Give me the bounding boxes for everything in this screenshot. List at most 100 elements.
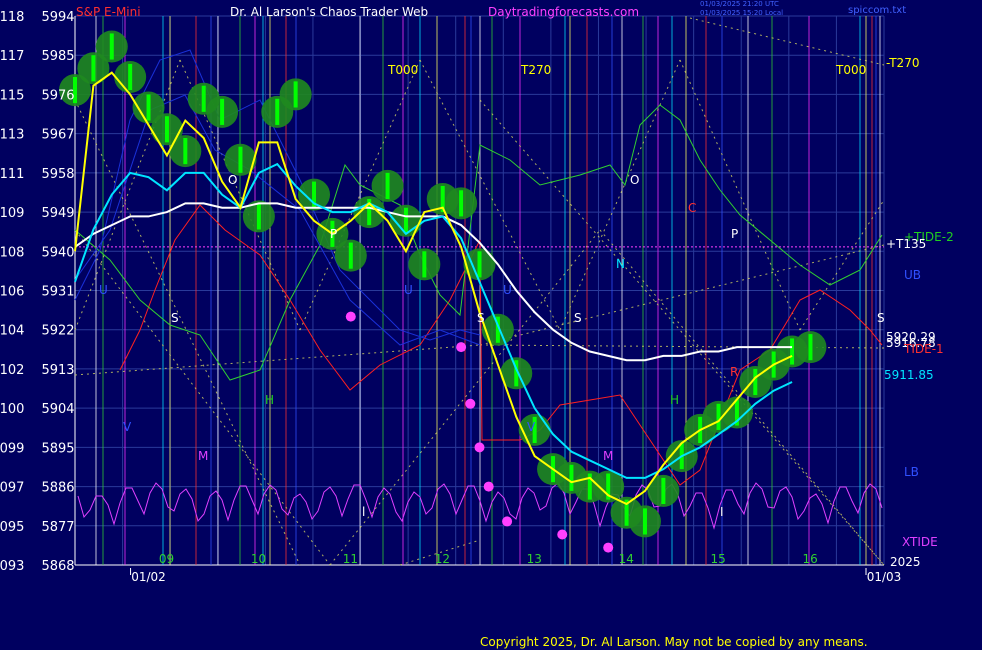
- marker-m-1: M: [198, 449, 209, 463]
- y-tick-secondary-label: 106: [0, 285, 24, 300]
- pivot-dot: [483, 481, 494, 492]
- label-t000-1: T000: [388, 63, 419, 77]
- pivot-dot: [603, 542, 614, 553]
- dotted-line: [74, 344, 481, 376]
- y-tick-secondary-label: 111: [0, 167, 24, 182]
- marker-o-2: O: [630, 173, 640, 187]
- dotted-line: [799, 199, 885, 331]
- marker-s-4: S: [877, 311, 885, 325]
- pivot-dot: [474, 442, 485, 453]
- pivot-dot: [345, 311, 356, 322]
- marker-u-1: U: [99, 283, 108, 297]
- y-tick-secondary-label: 099: [0, 441, 24, 456]
- label-tide-1: TIDE-1: [904, 342, 944, 356]
- x-tick-label: 14: [619, 552, 634, 566]
- marker-u-3: U: [503, 283, 512, 297]
- y-tick-secondary-label: 095: [0, 520, 24, 535]
- marker-p-1: P: [330, 227, 338, 241]
- marker-n: N: [616, 257, 625, 271]
- y-tick-secondary-label: 104: [0, 324, 24, 339]
- dotted-line: [679, 59, 801, 331]
- price-highlight: [59, 30, 827, 538]
- label-lb: LB: [904, 465, 919, 479]
- dotted-line: [559, 59, 681, 331]
- price-bars: [73, 33, 813, 535]
- pivot-dot: [465, 398, 476, 409]
- y-tick-label: 5949: [41, 206, 74, 221]
- marker-s-1: S: [171, 311, 179, 325]
- y-tick-label: 5967: [41, 128, 74, 143]
- timestamp-local: 01/03/2025 15:20 Local: [700, 9, 784, 17]
- label-t135: +T135: [886, 237, 927, 251]
- y-tick-label: 5895: [41, 441, 74, 456]
- y-tick-label: 5985: [41, 49, 74, 64]
- date-label: 01/03: [867, 570, 902, 584]
- chart-window: 5994 118 5985 117 5976 115 5967 113 5958 111 5949 1…: [0, 0, 982, 650]
- x-tick-label: 13: [527, 552, 542, 566]
- y-tick-label: 5940: [41, 245, 74, 260]
- marker-v-2: V: [527, 420, 536, 434]
- year-label: 2025: [890, 555, 921, 569]
- label-minus-t270: -T270: [886, 56, 920, 70]
- y-tick-secondary-label: 102: [0, 363, 24, 378]
- pivot-dot: [456, 342, 467, 353]
- y-tick-label: 5877: [41, 520, 74, 535]
- marker-h-2: H: [670, 393, 680, 407]
- y-tick-label: 5958: [41, 167, 74, 182]
- marker-l: l: [362, 505, 366, 519]
- y-axis-ticks: 5994 118 5985 117 5976 115 5967 113 5958 111 5949 1…: [0, 10, 75, 574]
- x-tick-label: 09: [159, 552, 174, 566]
- y-tick-secondary-label: 117: [0, 49, 24, 64]
- marker-r: R: [730, 365, 739, 379]
- y-tick-label: 5868: [41, 559, 74, 574]
- label-t270: T270: [521, 63, 552, 77]
- chaos-trader-chart: 5994 118 5985 117 5976 115 5967 113 5958 111 5949 1…: [0, 10, 902, 584]
- marker-c: C: [688, 201, 697, 215]
- pivot-dot: [502, 516, 513, 527]
- marker-i: I: [720, 505, 724, 519]
- level-5911: 5911.85: [884, 368, 934, 382]
- y-tick-label: 5994: [41, 10, 74, 25]
- date-label: 01/02: [131, 570, 166, 584]
- chart-title: Dr. Al Larson's Chaos Trader Web: [230, 5, 429, 19]
- marker-o-1: O: [228, 173, 238, 187]
- y-tick-secondary-label: 109: [0, 206, 24, 221]
- y-tick-label: 5976: [41, 88, 74, 103]
- marker-p-2: P: [731, 227, 739, 241]
- pivot-dot: [557, 529, 568, 540]
- site-link[interactable]: Daytradingforecasts.com: [488, 5, 639, 19]
- x-tick-label: 16: [802, 552, 817, 566]
- timestamp-utc: 01/03/2025 21:20 UTC: [700, 0, 779, 8]
- label-xtide: XTIDE: [902, 535, 938, 549]
- y-tick-secondary-label: 093: [0, 559, 24, 574]
- symbol-title: S&P E-Mini: [76, 5, 141, 19]
- y-tick-label: 5904: [41, 402, 74, 417]
- marker-s-2: S: [477, 311, 485, 325]
- y-tick-label: 5931: [41, 285, 74, 300]
- y-tick-label: 5922: [41, 324, 74, 339]
- x-tick-label: 12: [435, 552, 450, 566]
- marker-v-1: V: [123, 420, 132, 434]
- marker-h-1: H: [265, 393, 275, 407]
- x-tick-label: 15: [711, 552, 726, 566]
- y-tick-secondary-label: 097: [0, 481, 24, 496]
- x-tick-label: 11: [343, 552, 358, 566]
- label-t000-2: T000: [836, 63, 867, 77]
- x-axis-ticks: 09 10 11 12 13 14 15 16 01/02 01/03: [130, 552, 902, 584]
- file-name: spiccom.txt: [848, 5, 907, 16]
- y-tick-label: 5886: [41, 481, 74, 496]
- y-tick-label: 5913: [41, 363, 74, 378]
- y-tick-secondary-label: 113: [0, 128, 24, 143]
- x-tick-label: 10: [251, 552, 266, 566]
- marker-m-2: M: [603, 449, 614, 463]
- dotted-line: [479, 99, 885, 566]
- y-tick-secondary-label: 118: [0, 10, 24, 25]
- marker-s-3: S: [574, 311, 582, 325]
- y-tick-secondary-label: 115: [0, 88, 24, 103]
- label-ub: UB: [904, 268, 922, 282]
- dotted-line: [689, 17, 885, 66]
- dotted-line: [74, 229, 331, 566]
- marker-u-2: U: [404, 283, 413, 297]
- copyright: Copyright 2025, Dr. Al Larson. May not b…: [480, 635, 868, 649]
- y-tick-secondary-label: 100: [0, 402, 24, 417]
